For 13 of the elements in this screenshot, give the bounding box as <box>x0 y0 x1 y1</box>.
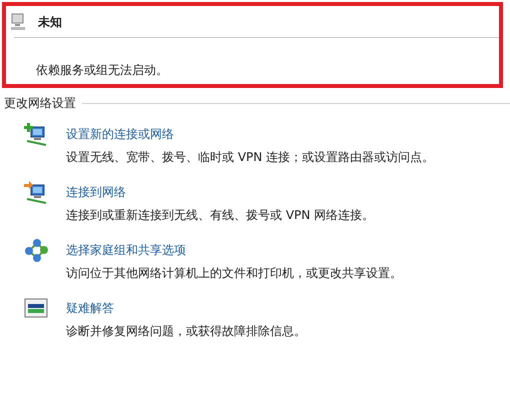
network-unknown-icon <box>10 13 26 31</box>
network-status-title: 未知 <box>38 14 62 30</box>
task-link[interactable]: 连接到网络 <box>66 184 374 201</box>
task-description: 访问位于其他网络计算机上的文件和打印机，或更改共享设置。 <box>66 265 402 282</box>
task-description: 诊断并修复网络问题，或获得故障排除信息。 <box>66 323 306 340</box>
section-heading: 更改网络设置 <box>4 95 76 112</box>
task-link[interactable]: 选择家庭组和共享选项 <box>66 242 402 259</box>
homegroup-icon <box>24 238 50 264</box>
task-link[interactable]: 设置新的连接或网络 <box>66 126 434 143</box>
task-link[interactable]: 疑难解答 <box>66 300 306 317</box>
task-description: 设置无线、宽带、拨号、临时或 VPN 连接；或设置路由器或访问点。 <box>66 149 434 166</box>
status-message: 依赖服务或组无法启动。 <box>36 62 169 79</box>
task-description: 连接到或重新连接到无线、有线、拨号或 VPN 网络连接。 <box>66 207 374 224</box>
